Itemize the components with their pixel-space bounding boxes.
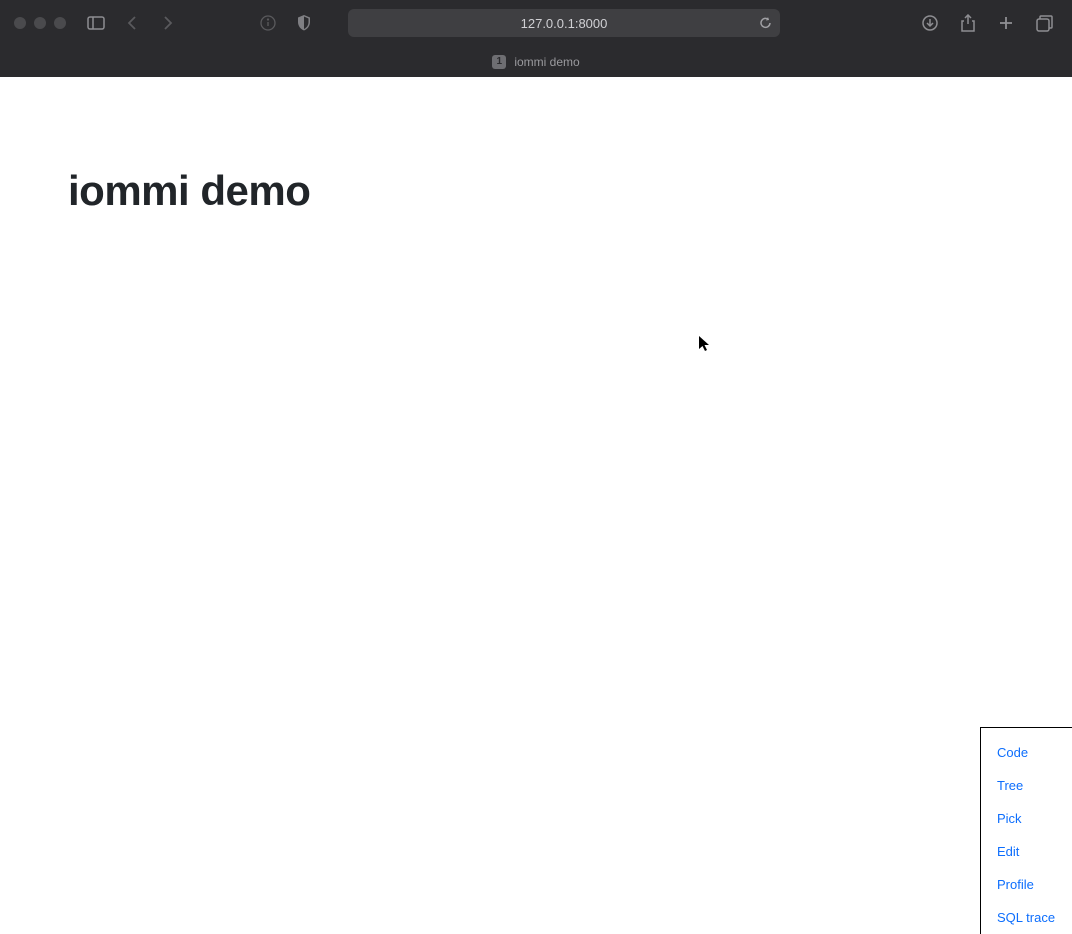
forward-button[interactable] (154, 9, 182, 37)
tab-bar: 1 iommi demo (0, 46, 1072, 77)
debug-link-tree[interactable]: Tree (997, 769, 1056, 802)
new-tab-icon[interactable] (992, 9, 1020, 37)
browser-chrome: 127.0.0.1:8000 (0, 0, 1072, 77)
share-icon[interactable] (954, 9, 982, 37)
privacy-shield-icon[interactable] (290, 9, 318, 37)
debug-link-edit[interactable]: Edit (997, 835, 1056, 868)
minimize-window-button[interactable] (34, 17, 46, 29)
debug-toolbar: Code Tree Pick Edit Profile SQL trace (980, 727, 1072, 934)
back-button[interactable] (118, 9, 146, 37)
reload-button[interactable] (759, 16, 772, 30)
address-bar[interactable]: 127.0.0.1:8000 (348, 9, 780, 37)
window-controls (14, 17, 66, 29)
debug-link-code[interactable]: Code (997, 736, 1056, 769)
debug-link-sql-trace[interactable]: SQL trace (997, 901, 1056, 934)
maximize-window-button[interactable] (54, 17, 66, 29)
page-title: iommi demo (68, 167, 1004, 215)
debug-link-profile[interactable]: Profile (997, 868, 1056, 901)
sidebar-toggle-icon[interactable] (82, 9, 110, 37)
debug-link-pick[interactable]: Pick (997, 802, 1056, 835)
page-content: iommi demo (0, 77, 1072, 934)
tab-overview-icon[interactable] (1030, 9, 1058, 37)
tab-title[interactable]: iommi demo (514, 55, 579, 69)
address-text: 127.0.0.1:8000 (521, 16, 608, 31)
browser-toolbar: 127.0.0.1:8000 (0, 0, 1072, 46)
close-window-button[interactable] (14, 17, 26, 29)
mouse-cursor-icon (698, 335, 712, 353)
downloads-icon[interactable] (916, 9, 944, 37)
site-info-icon[interactable] (254, 9, 282, 37)
tab-badge: 1 (492, 55, 506, 69)
